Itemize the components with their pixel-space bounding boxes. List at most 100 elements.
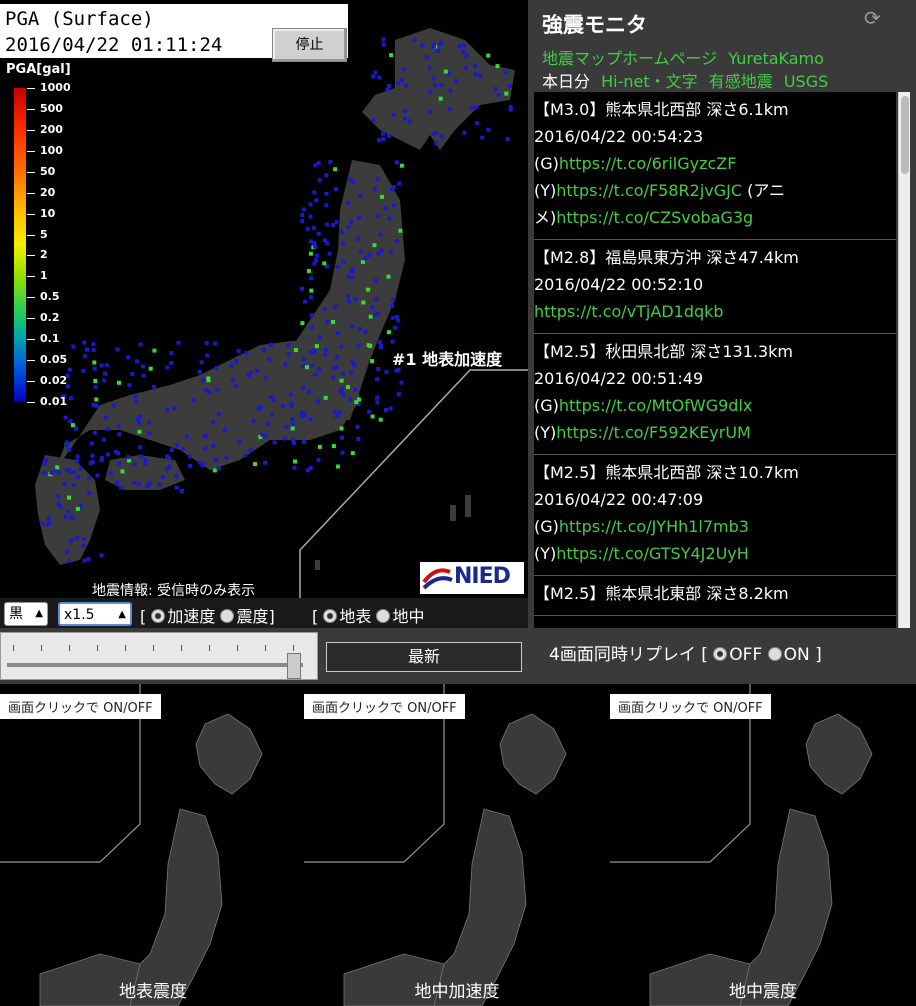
feed-item: 【M3.0】熊本県北西部 深さ6.1km 2016/04/22 00:54:23 (… (534, 92, 896, 240)
replay-panel-underground-accel[interactable]: 画面クリックで ON/OFF 地中加速度 (304, 684, 610, 1006)
station-marker (234, 359, 239, 364)
station-marker (317, 367, 321, 371)
station-marker (475, 121, 480, 126)
feed-link[interactable]: https://t.co/GTSY4J2UyH (556, 544, 749, 563)
feed-link[interactable]: https://t.co/F58R2jvGJC (556, 181, 742, 200)
feed-item-link-row: (G)https://t.co/JYHh1l7mb3 (534, 513, 896, 540)
station-marker (334, 365, 339, 370)
radio-intensity[interactable] (220, 609, 235, 623)
color-select[interactable]: 黒 ▲ (4, 602, 48, 626)
station-marker (356, 343, 361, 348)
station-marker (290, 417, 295, 422)
station-marker (385, 87, 390, 92)
feed-link[interactable]: https://t.co/CZSvobaG3g (556, 208, 753, 227)
station-marker (338, 389, 343, 394)
station-marker (390, 339, 395, 344)
slider-track (7, 663, 303, 667)
radio-underground[interactable] (376, 609, 391, 623)
link-felt-quakes[interactable]: 有感地震 (709, 72, 773, 91)
feed-link[interactable]: https://t.co/vTjAD1dqkb (534, 302, 724, 321)
station-marker (215, 387, 220, 392)
link-usgs[interactable]: USGS (784, 72, 828, 91)
station-marker (117, 432, 122, 437)
slider-tick (41, 645, 42, 651)
zoom-select[interactable]: x1.5 ▲ (58, 602, 132, 626)
link-quake-map[interactable]: 地震マップホームページ (542, 49, 717, 68)
station-marker (263, 375, 268, 380)
radio-accel[interactable] (151, 609, 166, 623)
link-prefix: (G) (534, 396, 559, 415)
legend-label: 0.01 (40, 395, 68, 408)
station-marker (140, 364, 145, 369)
station-marker (384, 370, 389, 375)
latest-button[interactable]: 最新 (326, 642, 522, 672)
feed-item-time: 2016/04/22 00:47:09 (534, 490, 704, 509)
quake-feed[interactable]: 【M3.0】熊本県北西部 深さ6.1km 2016/04/22 00:54:23 (… (534, 92, 896, 628)
station-marker (191, 398, 196, 403)
station-marker (302, 439, 306, 444)
time-slider[interactable] (0, 632, 318, 680)
slider-handle[interactable] (287, 653, 301, 679)
feed-item-time: 2016/04/22 00:54:23 (534, 127, 704, 146)
link-yuretakamo[interactable]: YuretaKamo (728, 49, 824, 68)
station-marker (283, 362, 288, 367)
station-marker (126, 355, 131, 360)
station-marker (301, 385, 305, 390)
station-marker (205, 353, 210, 358)
link-hinet-text[interactable]: Hi-net・文字 (601, 72, 698, 91)
station-marker (454, 79, 459, 84)
feed-item-link-row: (Y)https://t.co/F58R2jvGJC (アニ (534, 177, 896, 204)
station-marker (350, 324, 355, 329)
station-marker (119, 485, 123, 490)
slider-tick (209, 645, 210, 651)
legend-label: 2 (40, 248, 48, 262)
feed-item-link-row: (G)https://t.co/MtOfWG9dlx (534, 392, 896, 419)
station-marker (392, 203, 397, 208)
radio-replay-on[interactable] (767, 647, 782, 661)
legend-tick (27, 88, 35, 89)
station-marker (366, 343, 371, 348)
stop-button[interactable]: 停止 (272, 28, 347, 62)
station-marker (314, 198, 319, 203)
station-marker (302, 299, 307, 304)
slider-tick (125, 645, 126, 651)
station-marker (351, 267, 355, 272)
legend-tick (27, 255, 35, 257)
station-marker (504, 91, 509, 96)
station-marker (169, 351, 174, 355)
legend-label: 20 (40, 185, 56, 199)
station-marker (300, 219, 305, 224)
radio-replay-off[interactable] (713, 647, 728, 661)
main-map[interactable]: PGA (Surface) 2016/04/22 01:11:24 停止 PGA… (0, 0, 528, 598)
station-marker (65, 468, 69, 472)
station-marker (334, 187, 338, 192)
station-marker (111, 403, 116, 408)
station-marker (169, 447, 174, 452)
radio-surface[interactable] (323, 609, 338, 623)
feed-link[interactable]: https://t.co/F592KEyrUM (556, 423, 751, 442)
station-marker (333, 167, 338, 172)
station-marker (93, 379, 98, 383)
feed-link[interactable]: https://t.co/6rilGyzcZF (559, 154, 737, 173)
feed-scrollbar[interactable] (898, 92, 910, 628)
station-marker (315, 399, 320, 404)
station-marker (324, 173, 329, 178)
link-prefix: メ) (534, 208, 557, 227)
feed-link[interactable]: https://t.co/MtOfWG9dlx (559, 396, 752, 415)
station-marker (340, 450, 345, 455)
station-marker (309, 313, 314, 318)
station-marker (312, 240, 316, 245)
refresh-icon[interactable]: ⟳ (864, 6, 888, 30)
replay-panel-surface-intensity[interactable]: 画面クリックで ON/OFF 地表震度 (0, 684, 306, 1006)
station-marker (355, 424, 360, 429)
feed-scroll-thumb[interactable] (901, 96, 909, 174)
station-marker (354, 400, 359, 405)
station-marker (300, 286, 304, 291)
replay-panel-underground-intensity[interactable]: 画面クリックで ON/OFF 地中震度 (610, 684, 916, 1006)
station-marker (116, 424, 121, 429)
station-marker (116, 451, 120, 456)
feed-link[interactable]: https://t.co/JYHh1l7mb3 (559, 517, 749, 536)
station-marker (359, 249, 363, 254)
station-marker (388, 406, 393, 411)
station-marker (361, 300, 366, 305)
